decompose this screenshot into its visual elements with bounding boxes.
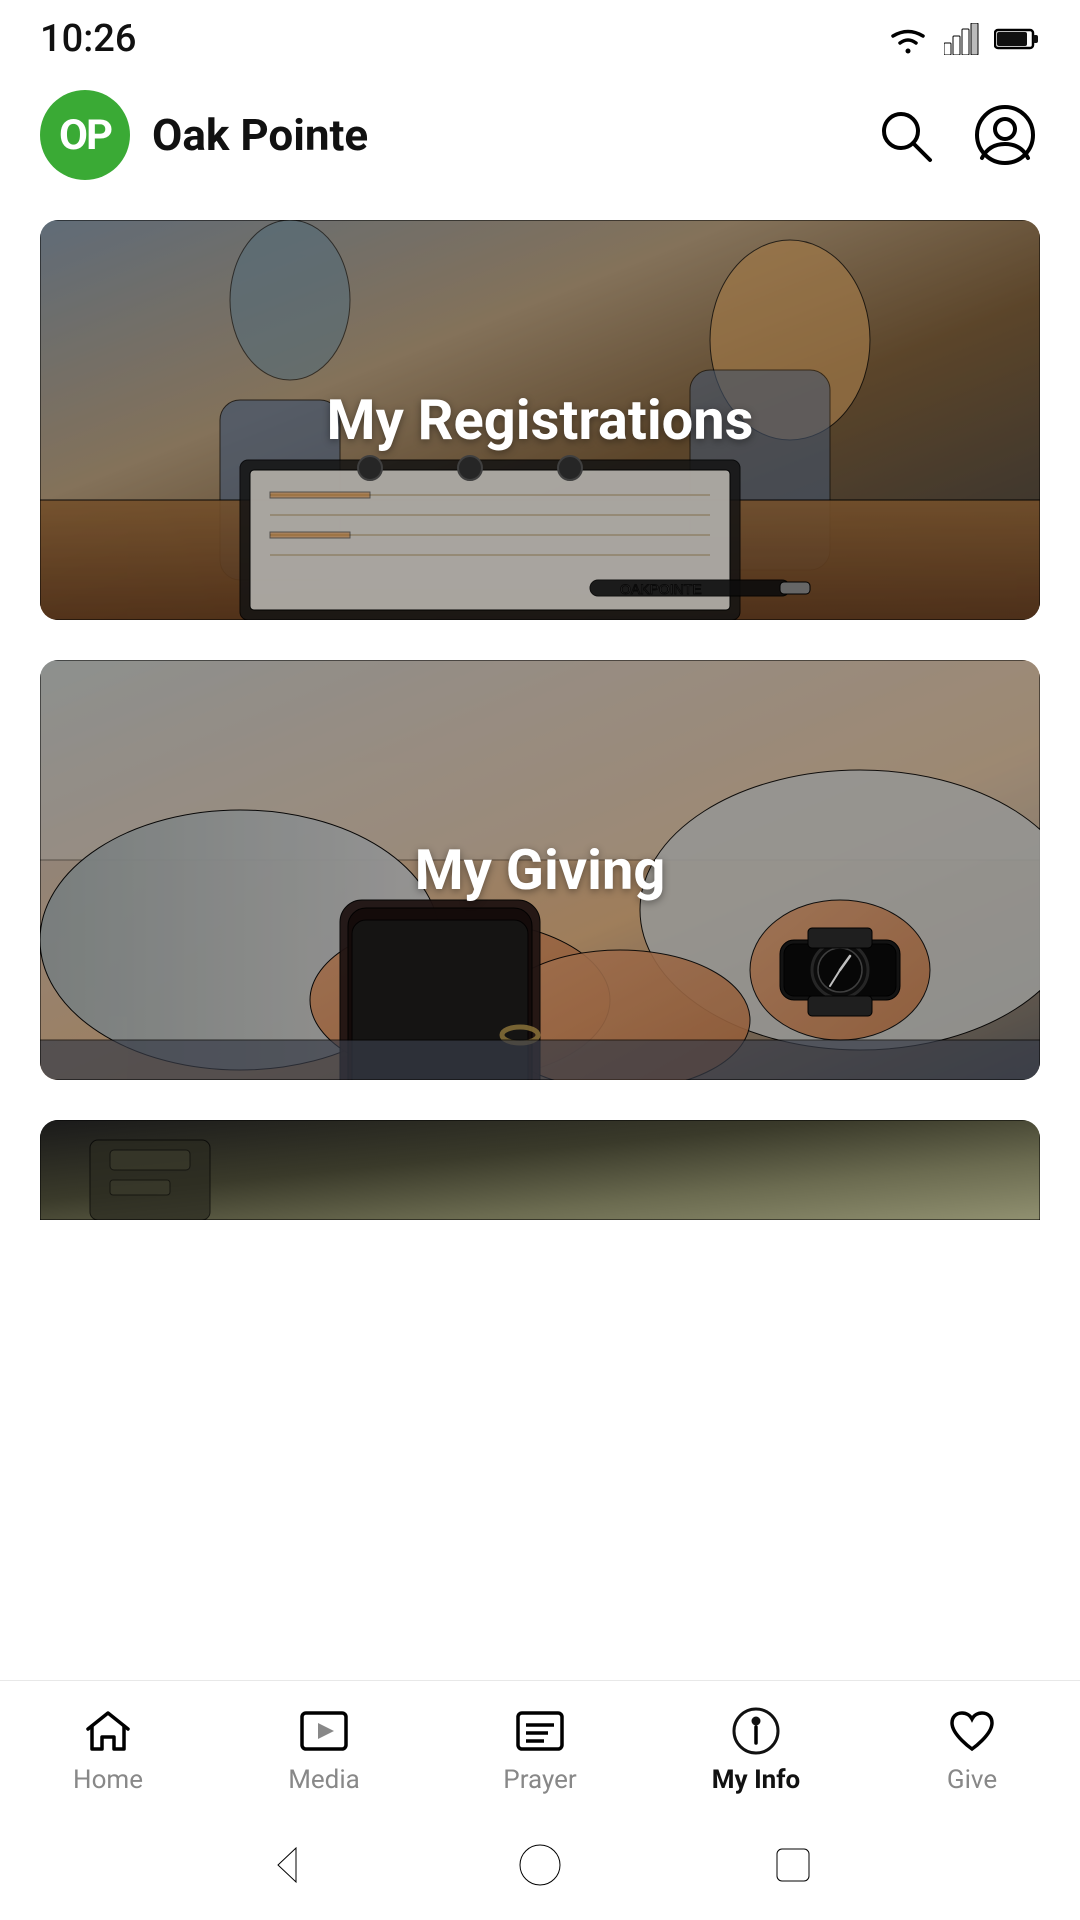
- bottom-navigation: Home Media Prayer: [0, 1680, 1080, 1810]
- recent-button[interactable]: [768, 1840, 818, 1890]
- wifi-icon: [886, 23, 930, 55]
- status-bar: 10:26: [0, 0, 1080, 70]
- nav-give-label: Give: [947, 1765, 997, 1795]
- circle-home-icon: [517, 1842, 563, 1888]
- give-icon: [946, 1705, 998, 1757]
- nav-myinfo-label: My Info: [712, 1765, 800, 1795]
- giving-card[interactable]: My Giving: [40, 660, 1040, 1080]
- nav-prayer[interactable]: Prayer: [432, 1705, 648, 1795]
- partial-image: [40, 1120, 1040, 1220]
- giving-title: My Giving: [415, 837, 666, 903]
- registrations-card[interactable]: OAKPOINTE My Registrations: [40, 220, 1040, 620]
- profile-button[interactable]: [970, 100, 1040, 170]
- nav-give[interactable]: Give: [864, 1705, 1080, 1795]
- registrations-title: My Registrations: [327, 387, 754, 453]
- nav-media-label: Media: [288, 1765, 360, 1795]
- back-arrow-icon: [264, 1842, 310, 1888]
- prayer-icon: [514, 1705, 566, 1757]
- nav-prayer-label: Prayer: [503, 1765, 576, 1795]
- search-button[interactable]: [870, 100, 940, 170]
- search-icon: [874, 104, 936, 166]
- nav-home[interactable]: Home: [0, 1705, 216, 1795]
- header-left: OP Oak Pointe: [40, 90, 368, 180]
- partial-card[interactable]: [40, 1120, 1040, 1220]
- home-button[interactable]: [515, 1840, 565, 1890]
- home-icon: [82, 1705, 134, 1757]
- giving-overlay: My Giving: [40, 660, 1040, 1080]
- nav-myinfo[interactable]: My Info: [648, 1705, 864, 1795]
- system-navigation: [0, 1810, 1080, 1920]
- app-logo[interactable]: OP: [40, 90, 130, 180]
- myinfo-icon: [730, 1705, 782, 1757]
- nav-home-label: Home: [73, 1765, 143, 1795]
- media-icon: [298, 1705, 350, 1757]
- logo-initials: OP: [59, 111, 111, 160]
- main-content: OAKPOINTE My Registrations: [0, 200, 1080, 1240]
- back-button[interactable]: [262, 1840, 312, 1890]
- app-name: Oak Pointe: [152, 109, 368, 161]
- registrations-overlay: My Registrations: [40, 220, 1040, 620]
- signal-icon: [944, 23, 980, 55]
- status-icons: [886, 23, 1040, 55]
- battery-icon: [994, 26, 1040, 52]
- status-time: 10:26: [40, 17, 136, 61]
- app-header: OP Oak Pointe: [0, 70, 1080, 200]
- nav-media[interactable]: Media: [216, 1705, 432, 1795]
- partial-scene-svg: [40, 1120, 1040, 1220]
- square-recent-icon: [773, 1845, 813, 1885]
- header-actions: [870, 100, 1040, 170]
- profile-icon: [974, 104, 1036, 166]
